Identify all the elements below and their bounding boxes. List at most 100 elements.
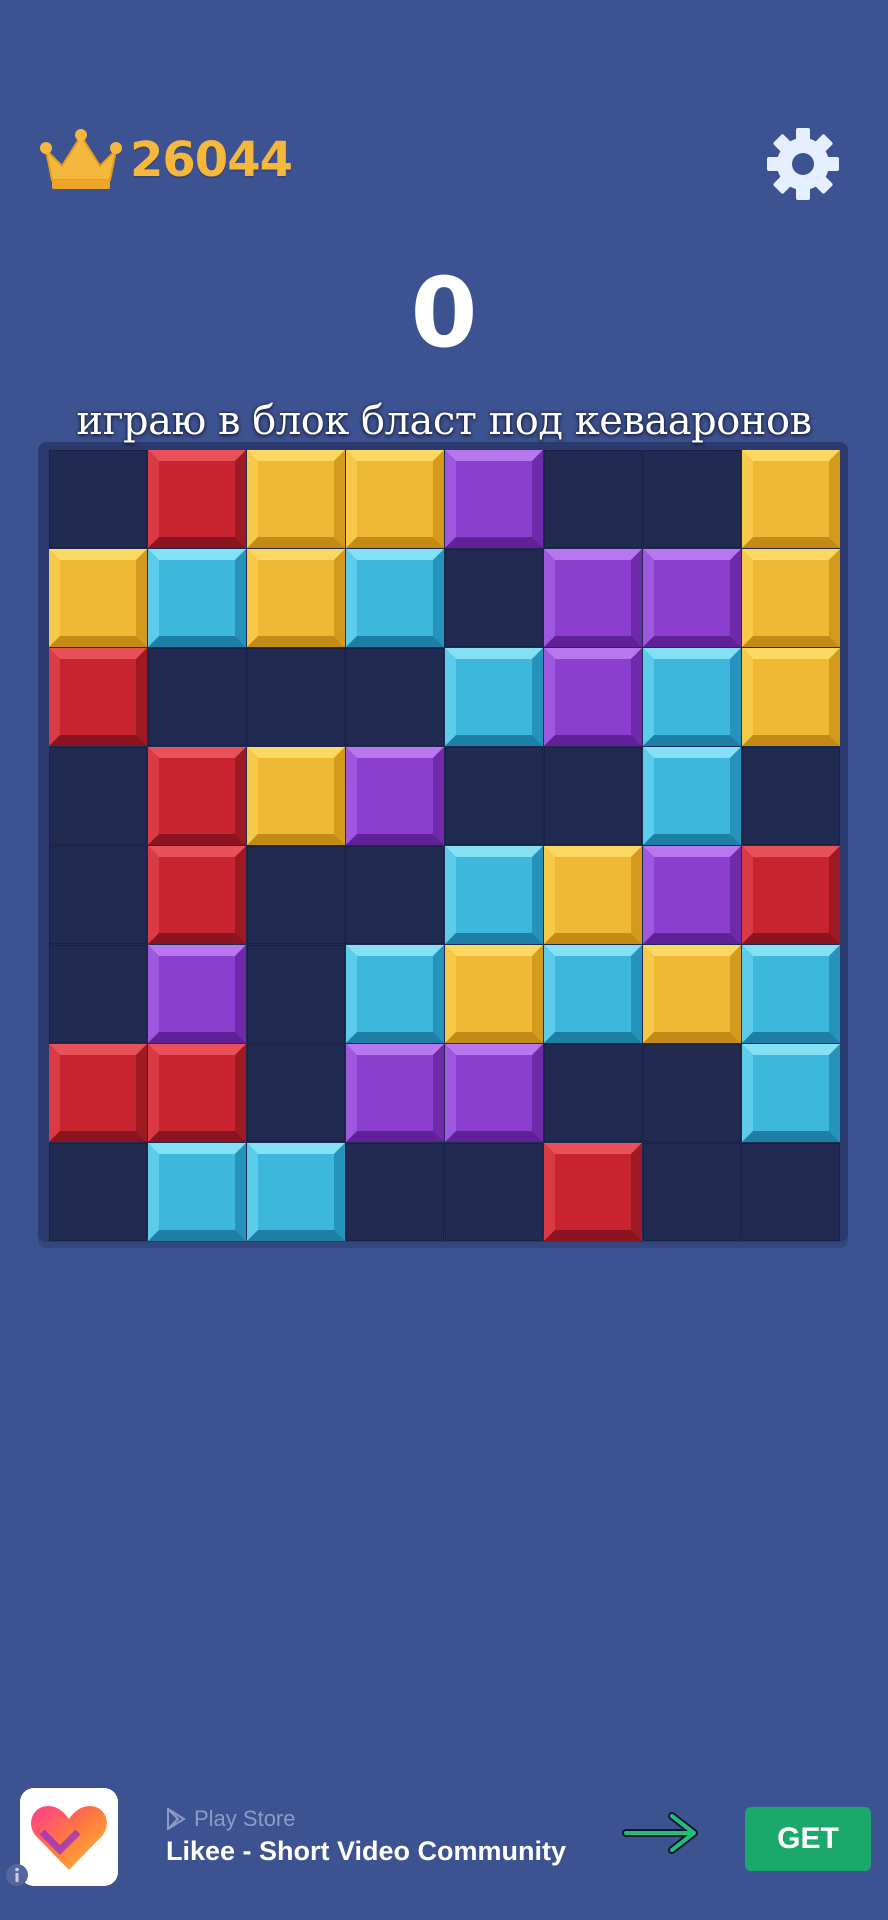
cyan-block <box>148 1143 246 1241</box>
yellow-block <box>742 450 840 548</box>
block-bevel <box>49 1131 147 1142</box>
block-bevel <box>247 549 345 560</box>
purple-block <box>643 549 741 647</box>
empty-cell[interactable] <box>148 648 246 746</box>
empty-cell[interactable] <box>49 945 147 1043</box>
ad-banner[interactable]: Play Store Likee - Short Video Community… <box>0 1780 888 1920</box>
empty-cell[interactable] <box>643 1143 741 1241</box>
empty-cell[interactable] <box>643 1044 741 1142</box>
game-board[interactable] <box>49 450 840 1241</box>
block-bevel <box>49 735 147 746</box>
yellow-block <box>247 549 345 647</box>
empty-cell[interactable] <box>445 747 543 845</box>
block-bevel <box>829 846 840 944</box>
block-bevel <box>247 1230 345 1241</box>
empty-cell[interactable] <box>247 945 345 1043</box>
block-face <box>159 758 235 834</box>
yellow-block <box>742 549 840 647</box>
info-icon[interactable] <box>4 1862 30 1888</box>
red-block <box>148 846 246 944</box>
block-bevel <box>235 1044 246 1142</box>
block-bevel <box>346 537 444 548</box>
empty-cell[interactable] <box>49 846 147 944</box>
empty-cell[interactable] <box>49 1143 147 1241</box>
block-bevel <box>445 1044 543 1055</box>
get-button[interactable]: GET <box>745 1807 871 1871</box>
red-block <box>148 747 246 845</box>
block-bevel <box>742 450 840 461</box>
likee-heart-icon[interactable] <box>20 1788 118 1886</box>
block-bevel <box>247 1143 258 1241</box>
block-face <box>258 758 334 834</box>
empty-cell[interactable] <box>742 1143 840 1241</box>
empty-cell[interactable] <box>346 1143 444 1241</box>
red-block <box>49 1044 147 1142</box>
block-face <box>357 758 433 834</box>
empty-cell[interactable] <box>643 450 741 548</box>
gear-icon[interactable] <box>765 126 841 202</box>
yellow-block <box>445 945 543 1043</box>
empty-cell[interactable] <box>544 747 642 845</box>
block-bevel <box>445 1131 543 1142</box>
block-face <box>456 659 532 735</box>
empty-cell[interactable] <box>49 450 147 548</box>
block-bevel <box>445 945 456 1043</box>
block-bevel <box>346 1044 357 1142</box>
empty-cell[interactable] <box>445 549 543 647</box>
block-bevel <box>643 846 654 944</box>
block-bevel <box>643 747 654 845</box>
block-bevel <box>433 549 444 647</box>
block-bevel <box>730 648 741 746</box>
empty-cell[interactable] <box>49 747 147 845</box>
yellow-block <box>346 450 444 548</box>
yellow-block <box>742 648 840 746</box>
block-bevel <box>742 549 753 647</box>
block-bevel <box>445 1032 543 1043</box>
block-bevel <box>346 450 357 548</box>
block-bevel <box>148 1143 246 1154</box>
block-face <box>654 956 730 1032</box>
block-bevel <box>742 450 753 548</box>
best-score-value: 26044 <box>130 132 293 188</box>
block-bevel <box>544 648 555 746</box>
empty-cell[interactable] <box>247 1044 345 1142</box>
ad-title[interactable]: Likee - Short Video Community <box>166 1836 566 1867</box>
ad-store: Play Store <box>166 1806 296 1832</box>
block-bevel <box>445 735 543 746</box>
block-face <box>60 1055 136 1131</box>
empty-cell[interactable] <box>445 1143 543 1241</box>
block-bevel <box>544 1230 642 1241</box>
empty-cell[interactable] <box>247 648 345 746</box>
block-bevel <box>235 747 246 845</box>
block-bevel <box>742 1131 840 1142</box>
block-bevel <box>643 846 741 857</box>
cyan-block <box>346 549 444 647</box>
empty-cell[interactable] <box>742 747 840 845</box>
empty-cell[interactable] <box>544 450 642 548</box>
block-bevel <box>346 1044 444 1055</box>
block-bevel <box>544 945 555 1043</box>
cyan-block <box>643 747 741 845</box>
block-face <box>753 659 829 735</box>
block-face <box>357 1055 433 1131</box>
block-bevel <box>643 747 741 758</box>
block-bevel <box>148 450 246 461</box>
block-bevel <box>742 735 840 746</box>
block-bevel <box>247 450 345 461</box>
block-bevel <box>643 834 741 845</box>
block-face <box>555 560 631 636</box>
block-bevel <box>346 747 444 758</box>
block-bevel <box>247 636 345 647</box>
block-bevel <box>643 549 654 647</box>
block-bevel <box>445 846 543 857</box>
purple-block <box>148 945 246 1043</box>
empty-cell[interactable] <box>346 846 444 944</box>
block-face <box>60 560 136 636</box>
block-bevel <box>247 1143 345 1154</box>
empty-cell[interactable] <box>247 846 345 944</box>
block-bevel <box>643 549 741 560</box>
empty-cell[interactable] <box>346 648 444 746</box>
empty-cell[interactable] <box>544 1044 642 1142</box>
block-face <box>753 560 829 636</box>
block-bevel <box>346 1131 444 1142</box>
